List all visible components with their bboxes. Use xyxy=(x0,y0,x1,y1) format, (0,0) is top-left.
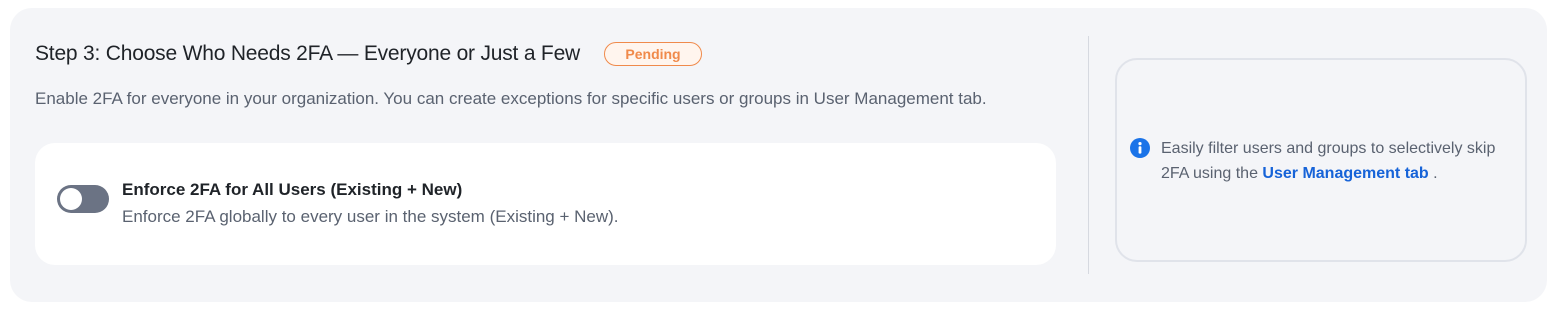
step-title: Step 3: Choose Who Needs 2FA — Everyone … xyxy=(35,42,581,65)
step-description: Enable 2FA for everyone in your organiza… xyxy=(35,89,987,108)
option-title: Enforce 2FA for All Users (Existing + Ne… xyxy=(122,180,463,199)
option-description: Enforce 2FA globally to every user in th… xyxy=(122,207,619,226)
vertical-divider xyxy=(1088,36,1089,274)
info-icon xyxy=(1130,138,1150,158)
enforce-all-toggle[interactable] xyxy=(57,185,109,213)
info-box: Easily filter users and groups to select… xyxy=(1115,58,1527,262)
toggle-knob xyxy=(60,188,82,210)
status-badge: Pending xyxy=(604,42,703,66)
user-management-tab-link[interactable]: User Management tab xyxy=(1262,165,1428,182)
info-text: Easily filter users and groups to select… xyxy=(1161,136,1516,186)
info-text-after: . xyxy=(1428,165,1438,182)
enforce-all-option-card: Enforce 2FA for All Users (Existing + Ne… xyxy=(35,143,1056,265)
step-card: Step 3: Choose Who Needs 2FA — Everyone … xyxy=(10,8,1547,302)
step-header: Step 3: Choose Who Needs 2FA — Everyone … xyxy=(35,42,703,66)
